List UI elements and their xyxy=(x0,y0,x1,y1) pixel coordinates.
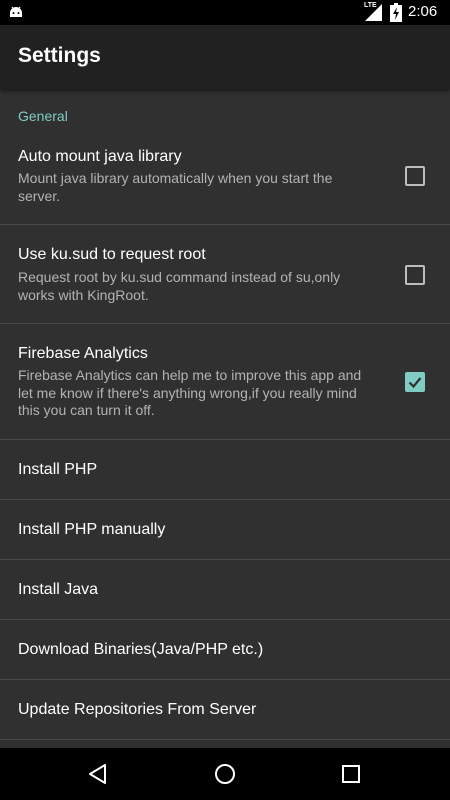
pref-download-binaries[interactable]: Download Binaries(Java/PHP etc.) xyxy=(0,620,450,680)
status-clock: 2:06 xyxy=(408,3,438,20)
auto-mount-checkbox[interactable] xyxy=(405,166,425,186)
pref-title: Auto mount java library xyxy=(18,148,182,165)
recents-icon[interactable] xyxy=(339,762,363,786)
pref-firebase-analytics[interactable]: Firebase Analytics Firebase Analytics ca… xyxy=(0,324,450,440)
category-header-general: General xyxy=(18,108,68,124)
pref-install-php-manually[interactable]: Install PHP manually xyxy=(0,500,450,560)
app-bar: Settings xyxy=(0,25,450,89)
pref-title: Install PHP xyxy=(18,461,98,478)
cell-signal-icon xyxy=(365,4,382,21)
pref-use-kusud[interactable]: Use ku.sud to request root Request root … xyxy=(0,225,450,324)
pref-title: Install Java xyxy=(18,581,99,598)
status-bar: LTE 2:06 xyxy=(0,0,450,25)
battery-icon xyxy=(390,3,402,22)
pref-title: Firebase Analytics xyxy=(18,345,148,362)
pref-title: Use ku.sud to request root xyxy=(18,246,206,263)
pref-summary: Request root by ku.sud command instead o… xyxy=(18,269,341,303)
page-title: Settings xyxy=(18,44,101,67)
pref-summary: Firebase Analytics can help me to improv… xyxy=(18,367,362,418)
pref-summary: Mount java library automatically when yo… xyxy=(18,170,333,204)
home-icon[interactable] xyxy=(213,762,237,786)
pref-update-repositories[interactable]: Update Repositories From Server xyxy=(0,680,450,740)
pref-title: Update Repositories From Server xyxy=(18,701,257,718)
firebase-analytics-checkbox[interactable] xyxy=(405,372,425,392)
settings-list[interactable]: General Auto mount java library Mount ja… xyxy=(0,89,450,748)
android-notification-icon xyxy=(10,6,22,17)
pref-auto-mount-java[interactable]: Auto mount java library Mount java libra… xyxy=(0,134,450,225)
navigation-bar xyxy=(0,748,450,800)
pref-install-java[interactable]: Install Java xyxy=(0,560,450,620)
pref-title: Install PHP manually xyxy=(18,521,166,538)
back-icon[interactable] xyxy=(86,762,110,786)
check-icon xyxy=(408,377,422,389)
pref-title: Download Binaries(Java/PHP etc.) xyxy=(18,641,264,658)
use-kusud-checkbox[interactable] xyxy=(405,265,425,285)
pref-install-php[interactable]: Install PHP xyxy=(0,440,450,500)
